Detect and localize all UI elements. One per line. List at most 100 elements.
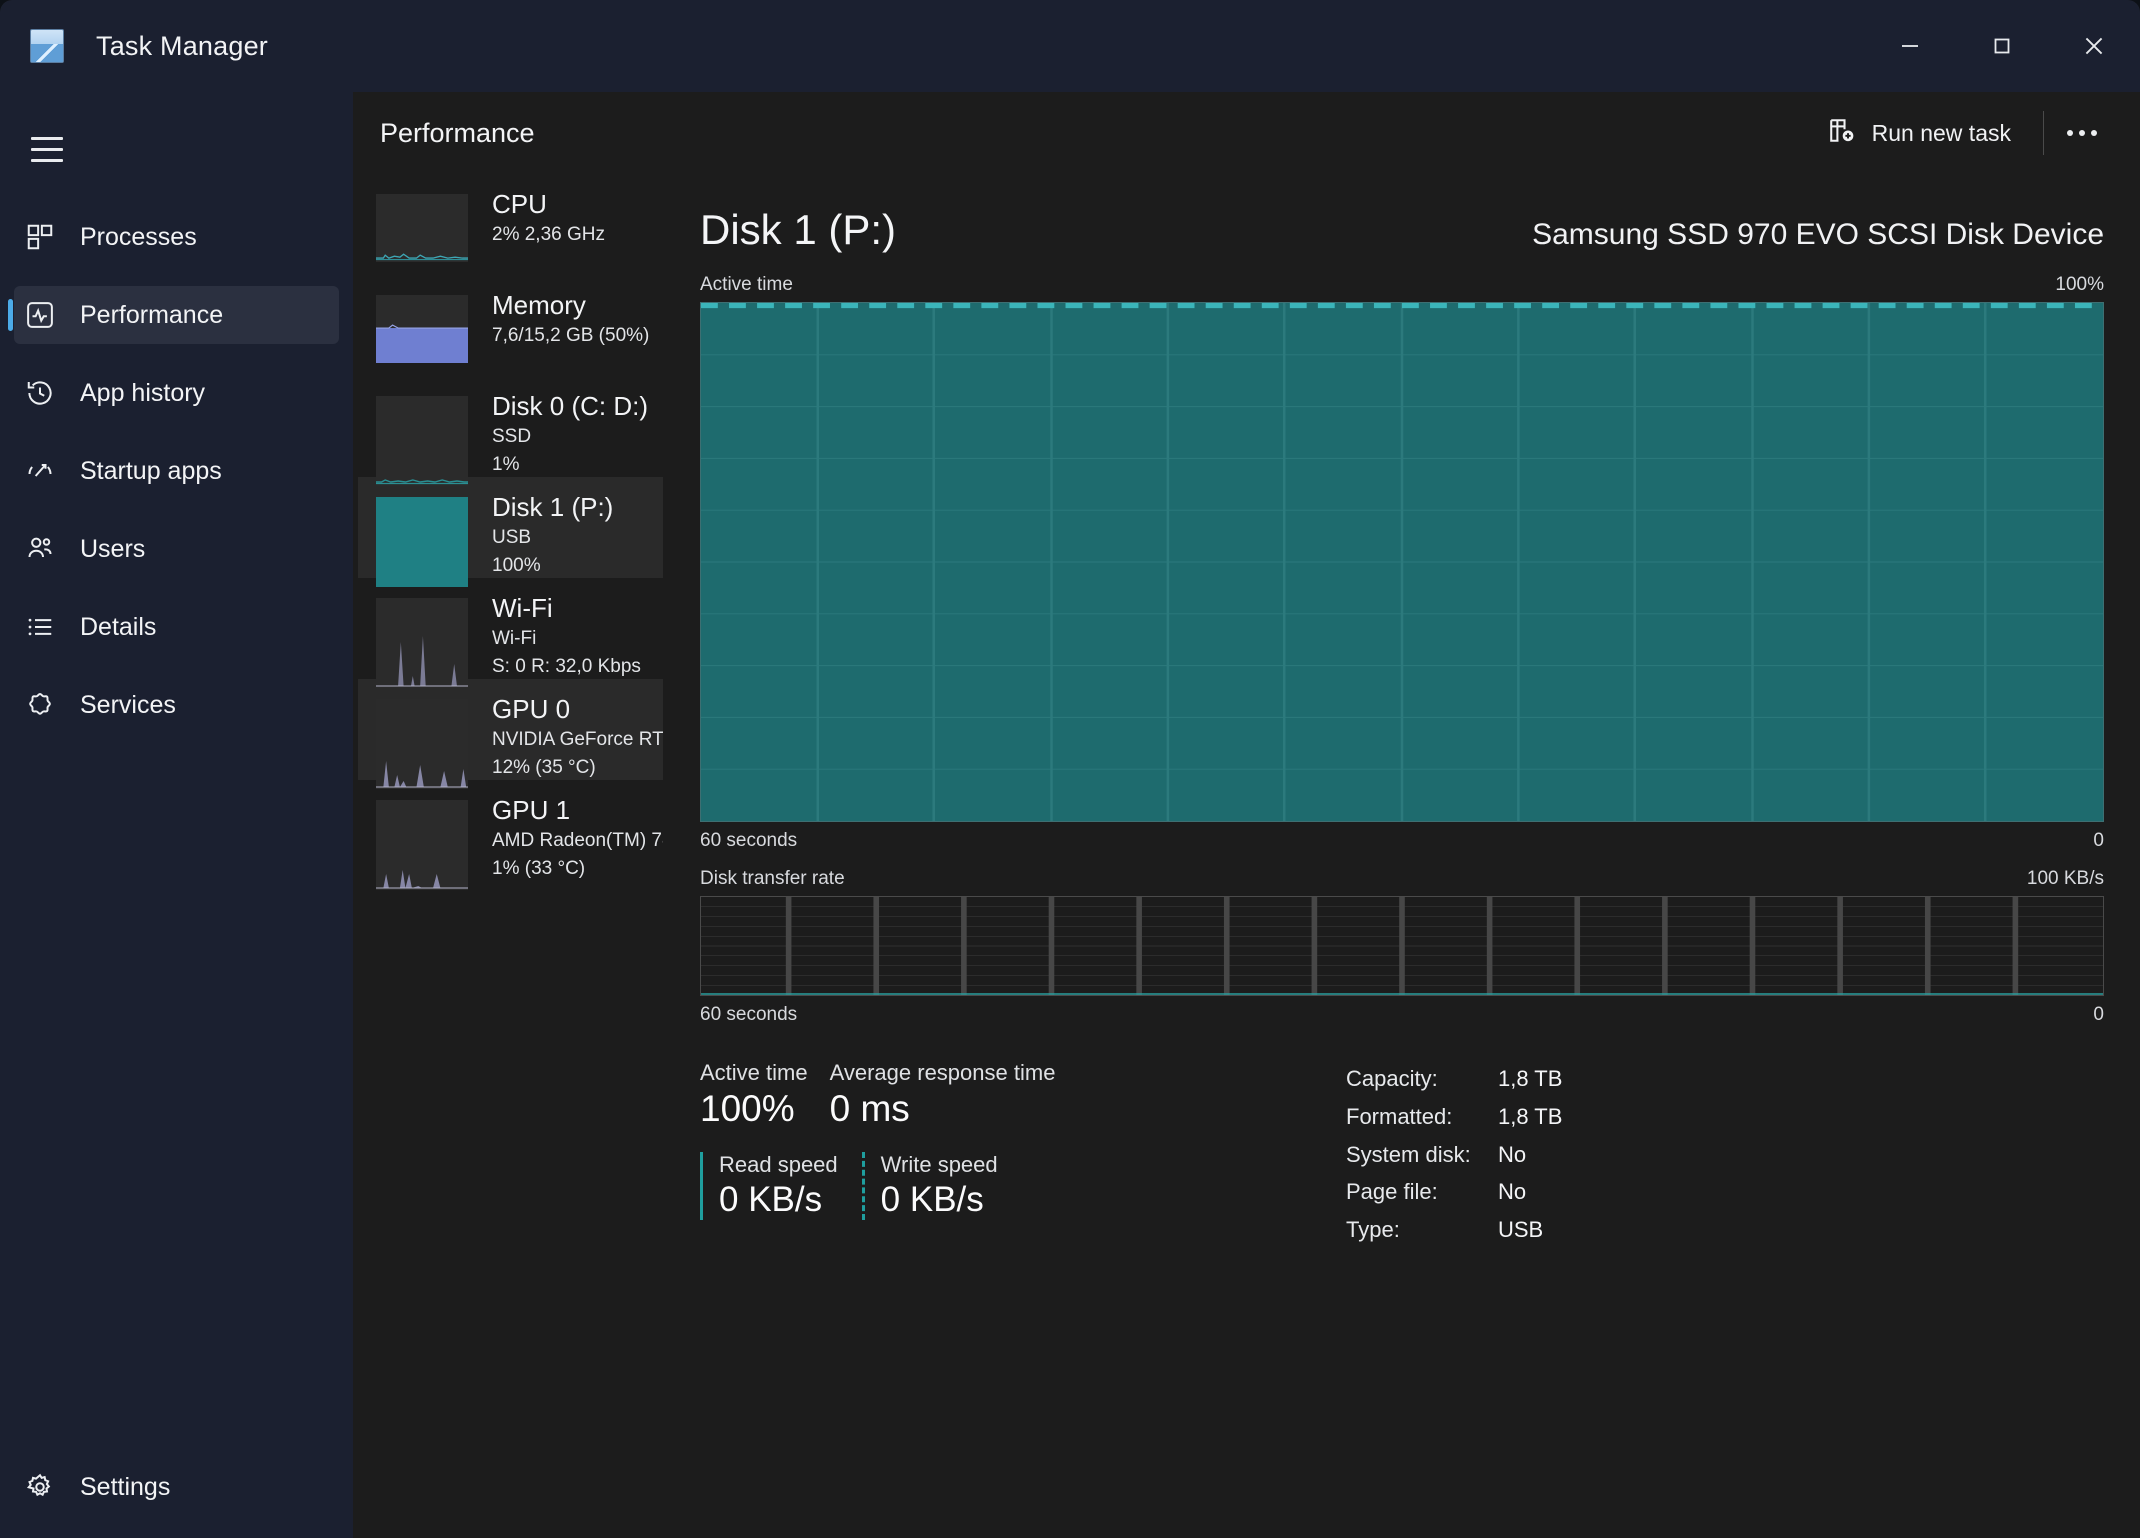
task-manager-window: Task Manager Processes Performance App h… bbox=[0, 0, 2140, 1538]
transfer-graph-x-right: 0 bbox=[2093, 1004, 2104, 1025]
hamburger-icon[interactable] bbox=[8, 110, 86, 188]
resource-item-gpu-1[interactable]: GPU 1 AMD Radeon(TM) 780M 1% (33 °C) bbox=[358, 780, 663, 890]
resource-sub2: 1% bbox=[492, 454, 520, 476]
stat-value: 0 KB/s bbox=[880, 1180, 984, 1219]
gpu1-mini-graph bbox=[376, 800, 468, 890]
resource-sub1: SSD bbox=[492, 426, 532, 448]
sidebar-item-label: Processes bbox=[80, 222, 197, 251]
resource-sub1: USB bbox=[492, 527, 532, 549]
processes-icon bbox=[14, 222, 66, 252]
property-value: 1,8 TB bbox=[1498, 1066, 1563, 1091]
stat-active-time: Active time 100% bbox=[700, 1060, 808, 1130]
title-bar: Task Manager bbox=[0, 0, 2140, 92]
maximize-button[interactable] bbox=[1956, 0, 2048, 92]
stat-label: Read speed bbox=[719, 1152, 838, 1177]
task-manager-icon bbox=[30, 29, 64, 63]
property-key: Formatted: bbox=[1346, 1103, 1453, 1129]
resource-item-wifi[interactable]: Wi-Fi Wi-Fi S: 0 R: 32,0 Kbps bbox=[358, 578, 663, 688]
sidebar-item-app-history[interactable]: App history bbox=[14, 364, 339, 422]
resource-item-cpu[interactable]: CPU 2% 2,36 GHz bbox=[358, 174, 663, 275]
resource-name: GPU 1 bbox=[492, 795, 571, 825]
resource-sub2: 100% bbox=[492, 555, 541, 577]
sidebar-item-label: Services bbox=[80, 690, 176, 719]
property-value: No bbox=[1498, 1179, 1527, 1205]
close-button[interactable] bbox=[2048, 0, 2140, 92]
stat-average-response-time: Average response time 0 ms bbox=[830, 1060, 1056, 1130]
property-row: System disk: No bbox=[1346, 1136, 1562, 1174]
detail-device-name: Samsung SSD 970 EVO SCSI Disk Device bbox=[1532, 218, 2104, 251]
details-icon bbox=[14, 612, 66, 642]
resource-item-memory[interactable]: Memory 7,6/15,2 GB (50%) bbox=[358, 275, 663, 376]
property-value: USB bbox=[1498, 1217, 1544, 1243]
run-new-task-button[interactable]: Run new task bbox=[1813, 106, 2025, 161]
sidebar-item-details[interactable]: Details bbox=[14, 598, 339, 656]
stats-left-column: Active time 100% Average response time 0… bbox=[700, 1060, 1340, 1249]
memory-mini-graph bbox=[376, 295, 468, 363]
resource-item-disk-0[interactable]: Disk 0 (C: D:) SSD 1% bbox=[358, 376, 663, 486]
transfer-graph-axis-top: Disk transfer rate 100 KB/s bbox=[700, 868, 2104, 890]
resource-name: GPU 0 bbox=[492, 694, 571, 724]
disk1-mini-graph bbox=[376, 497, 468, 587]
run-new-task-label: Run new task bbox=[1871, 119, 2011, 146]
page-header: Performance Run new task bbox=[353, 92, 2140, 174]
detail-title: Disk 1 (P:) bbox=[700, 206, 897, 253]
stat-value: 100% bbox=[700, 1088, 795, 1129]
sidebar-item-label: Users bbox=[80, 534, 146, 563]
sidebar-item-label: Performance bbox=[80, 300, 224, 329]
resource-name: Disk 1 (P:) bbox=[492, 492, 614, 522]
resource-item-gpu-0[interactable]: GPU 0 NVIDIA GeForce RTX 40 12% (35 °C) bbox=[358, 679, 663, 789]
wifi-mini-graph bbox=[376, 598, 468, 688]
detail-panel: Disk 1 (P:) Samsung SSD 970 EVO SCSI Dis… bbox=[678, 174, 2140, 1538]
sidebar-item-services[interactable]: Services bbox=[14, 676, 339, 734]
services-icon bbox=[14, 690, 66, 720]
sidebar: Processes Performance App history Startu… bbox=[0, 92, 353, 1538]
gear-icon bbox=[14, 1472, 66, 1502]
performance-icon bbox=[14, 300, 66, 330]
sidebar-item-startup-apps[interactable]: Startup apps bbox=[14, 442, 339, 500]
transfer-graph-max: 100 KB/s bbox=[2026, 868, 2104, 889]
transfer-graph-axis-bottom: 60 seconds 0 bbox=[700, 1004, 2104, 1026]
resource-info: CPU 2% 2,36 GHz bbox=[492, 189, 605, 247]
stats-section: Active time 100% Average response time 0… bbox=[700, 1060, 2104, 1249]
resource-sub1: 2% 2,36 GHz bbox=[492, 224, 605, 246]
resource-sub2: 1% (33 °C) bbox=[492, 858, 586, 880]
resource-item-disk-1[interactable]: Disk 1 (P:) USB 100% bbox=[358, 477, 663, 587]
sidebar-item-users[interactable]: Users bbox=[14, 520, 339, 578]
sidebar-item-processes[interactable]: Processes bbox=[14, 208, 339, 266]
sidebar-item-settings[interactable]: Settings bbox=[14, 1458, 339, 1516]
sidebar-nav: Processes Performance App history Startu… bbox=[0, 208, 353, 734]
more-options-icon[interactable] bbox=[2054, 109, 2110, 157]
resource-info: GPU 0 NVIDIA GeForce RTX 40 12% (35 °C) bbox=[492, 694, 663, 781]
resource-sub2: S: 0 R: 32,0 Kbps bbox=[492, 656, 641, 678]
property-row: Page file: No bbox=[1346, 1173, 1562, 1211]
sidebar-item-performance[interactable]: Performance bbox=[8, 286, 339, 344]
resource-sub2: 12% (35 °C) bbox=[492, 757, 596, 779]
resource-sub1: NVIDIA GeForce RTX 40 bbox=[492, 729, 663, 751]
stat-label: Active time bbox=[700, 1060, 808, 1085]
header-actions: Run new task bbox=[1813, 106, 2110, 161]
active-graph-max: 100% bbox=[2055, 274, 2104, 295]
disk0-mini-graph bbox=[376, 396, 468, 486]
sidebar-item-label: Settings bbox=[80, 1472, 171, 1501]
resource-list[interactable]: CPU 2% 2,36 GHz Memory 7,6/15,2 GB (50%) bbox=[358, 174, 663, 1538]
resource-info: Disk 1 (P:) USB 100% bbox=[492, 492, 614, 579]
startup-icon bbox=[14, 456, 66, 486]
property-key: Capacity: bbox=[1346, 1066, 1438, 1091]
minimize-button[interactable] bbox=[1864, 0, 1956, 92]
property-key: Page file: bbox=[1346, 1179, 1438, 1205]
resource-name: Memory bbox=[492, 290, 586, 320]
resource-info: Wi-Fi Wi-Fi S: 0 R: 32,0 Kbps bbox=[492, 593, 641, 680]
property-value: 1,8 TB bbox=[1498, 1103, 1563, 1129]
stats-top-row: Active time 100% Average response time 0… bbox=[700, 1060, 1340, 1130]
resource-info: Disk 0 (C: D:) SSD 1% bbox=[492, 391, 648, 478]
resource-info: Memory 7,6/15,2 GB (50%) bbox=[492, 290, 649, 348]
active-graph-x-label: 60 seconds bbox=[700, 830, 798, 851]
property-key: Type: bbox=[1346, 1217, 1400, 1243]
active-graph-label: Active time bbox=[700, 274, 793, 295]
resource-sub1: Wi-Fi bbox=[492, 628, 537, 650]
page-title: Performance bbox=[380, 117, 535, 148]
property-row: Capacity: 1,8 TB bbox=[1346, 1060, 1562, 1098]
stat-label: Average response time bbox=[829, 1060, 1056, 1085]
active-graph-x-right: 0 bbox=[2093, 830, 2104, 851]
sidebar-item-label: App history bbox=[80, 378, 206, 407]
